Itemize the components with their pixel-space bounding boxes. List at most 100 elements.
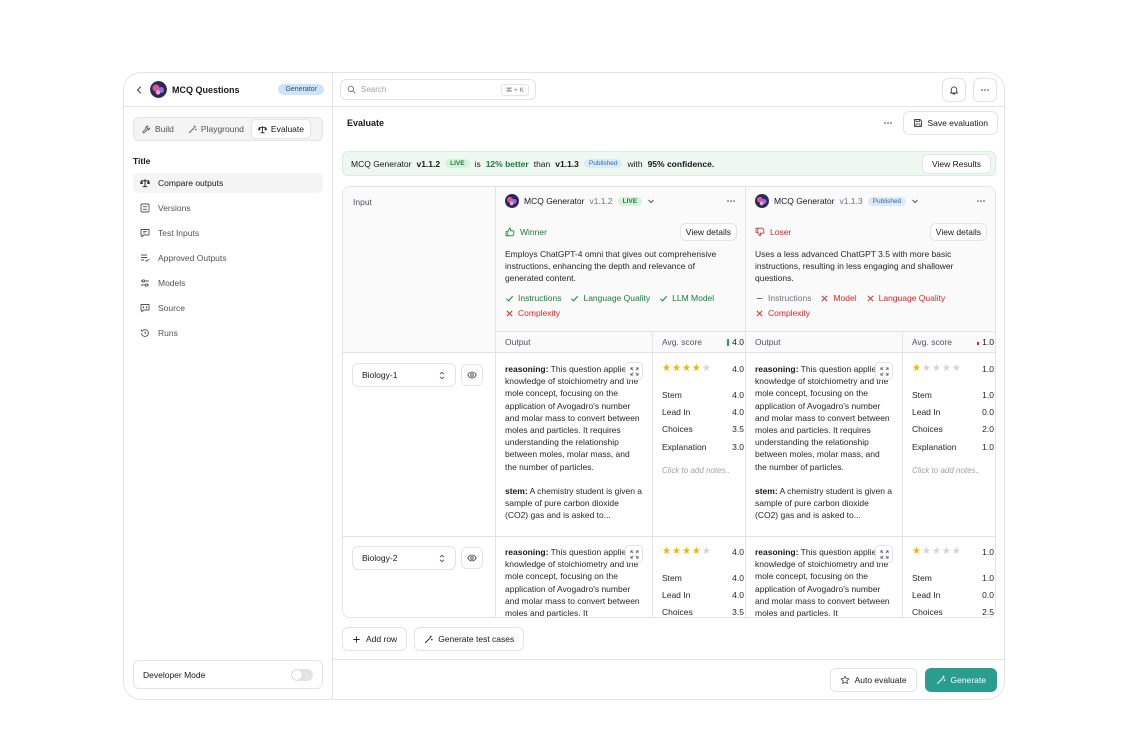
view-results-button[interactable]: View Results	[922, 153, 991, 174]
star-icon[interactable]: ★	[932, 547, 941, 557]
chevron-down-icon	[648, 199, 654, 204]
view-details-button[interactable]: View details	[679, 223, 737, 241]
star-icon[interactable]: ★	[942, 547, 951, 557]
star-icon[interactable]: ★	[932, 364, 941, 374]
test-input-select[interactable]: Biology-1	[352, 363, 456, 387]
metric-value: 2.0	[982, 424, 994, 435]
star-icon[interactable]: ★	[662, 364, 671, 374]
star-icon[interactable]: ★	[702, 364, 711, 374]
tab-build[interactable]: Build	[136, 120, 180, 138]
star-icon[interactable]: ★	[672, 364, 681, 374]
add-row-button[interactable]: Add row	[342, 627, 408, 651]
notifications-button[interactable]	[942, 77, 966, 102]
view-results-label: View Results	[932, 158, 981, 169]
star-icon[interactable]: ★	[952, 547, 961, 557]
notes-input[interactable]: Click to add notes..	[912, 466, 994, 475]
auto-evaluate-button[interactable]: Auto evaluate	[829, 667, 917, 692]
eye-icon	[467, 371, 477, 379]
expand-output-button[interactable]	[625, 545, 643, 563]
star-icon[interactable]: ★	[682, 547, 691, 557]
thumbs-down-icon	[755, 227, 765, 237]
star-rating[interactable]: ★ ★ ★ ★ ★	[662, 364, 711, 374]
rating-row: ★ ★ ★ ★ ★ 4.0	[662, 546, 744, 558]
search-input[interactable]: Search ⌘ + K	[340, 79, 536, 100]
star-icon[interactable]: ★	[702, 547, 711, 557]
page-title: Evaluate	[347, 118, 385, 128]
output-text: reasoning: This question applies knowled…	[755, 363, 893, 525]
model-name: MCQ Generator	[524, 196, 585, 206]
input-column-header: Input	[353, 197, 372, 207]
more-horizontal-icon	[981, 88, 989, 91]
more-horizontal-icon[interactable]	[975, 197, 987, 205]
sidebar-item-label: Runs	[158, 328, 178, 338]
tab-playground[interactable]: Playground	[182, 120, 250, 138]
star-icon[interactable]: ★	[672, 547, 681, 557]
sidebar: MCQ Questions Generator Build Playground…	[124, 73, 333, 699]
sidebar-item-source[interactable]: Source	[133, 298, 323, 318]
star-icon[interactable]: ★	[692, 364, 701, 374]
result-label: Winner	[520, 227, 547, 237]
expand-output-button[interactable]	[875, 362, 893, 380]
tab-evaluate[interactable]: Evaluate	[251, 120, 311, 138]
expand-icon	[630, 367, 638, 375]
overall-score: 1.0	[982, 364, 994, 374]
view-details-label: View details	[685, 227, 731, 237]
sidebar-item-models[interactable]: Models	[133, 273, 323, 293]
more-horizontal-icon[interactable]	[881, 118, 895, 128]
criteria-label: Complexity	[518, 308, 561, 318]
metric-name: Choices	[662, 607, 693, 618]
back-chevron-icon[interactable]	[132, 83, 146, 97]
criteria-tag: Language Quality	[570, 293, 650, 303]
metric-name: Lead In	[912, 590, 941, 601]
mode-tabs: Build Playground Evaluate	[133, 117, 323, 141]
sidebar-item-compare-outputs[interactable]: Compare outputs	[133, 173, 323, 193]
x-icon	[821, 294, 829, 302]
status-badge: Published	[867, 196, 907, 206]
generate-test-cases-button[interactable]: Generate test cases	[414, 627, 525, 651]
sidebar-item-test-inputs[interactable]: Test Inputs	[133, 223, 323, 243]
output-column-header: Output	[755, 337, 781, 347]
minus-icon	[756, 297, 763, 299]
star-icon[interactable]: ★	[922, 547, 931, 557]
save-evaluation-button[interactable]: Save evaluation	[902, 111, 998, 135]
star-icon[interactable]: ★	[952, 364, 961, 374]
check-icon	[506, 295, 514, 301]
sidebar-item-approved-outputs[interactable]: Approved Outputs	[133, 248, 323, 268]
more-horizontal-icon[interactable]	[725, 197, 737, 205]
notes-input[interactable]: Click to add notes..	[662, 466, 744, 475]
avg-score-header: Avg. score 4.0	[662, 337, 744, 347]
overall-score: 1.0	[982, 547, 994, 557]
sidebar-item-runs[interactable]: Runs	[133, 323, 323, 343]
wand-icon	[425, 635, 433, 643]
model-selector-b[interactable]: MCQ Generator v1.1.3 Published	[755, 193, 987, 209]
sidebar-item-versions[interactable]: Versions	[133, 198, 323, 218]
expand-output-button[interactable]	[875, 545, 893, 563]
metric-row: Choices 2.0	[912, 424, 994, 436]
more-options-button[interactable]	[973, 77, 997, 102]
star-icon[interactable]: ★	[912, 547, 921, 557]
star-icon[interactable]: ★	[662, 547, 671, 557]
star-icon[interactable]: ★	[942, 364, 951, 374]
generate-button[interactable]: Generate	[924, 667, 997, 692]
star-rating[interactable]: ★ ★ ★ ★ ★	[912, 364, 961, 374]
model-selector-a[interactable]: MCQ Generator v1.1.2 LIVE	[505, 193, 737, 209]
star-icon[interactable]: ★	[692, 547, 701, 557]
star-icon[interactable]: ★	[682, 364, 691, 374]
star-icon[interactable]: ★	[922, 364, 931, 374]
metric-name: Explanation	[662, 441, 707, 452]
star-rating[interactable]: ★ ★ ★ ★ ★	[662, 547, 711, 557]
chevron-down-icon	[912, 199, 919, 204]
reasoning-text: This question applies knowledge of stoic…	[505, 364, 640, 472]
metric-name: Choices	[912, 607, 943, 618]
view-details-button[interactable]: View details	[929, 223, 987, 241]
developer-mode-toggle[interactable]	[291, 668, 313, 681]
search-icon	[347, 85, 356, 94]
expand-output-button[interactable]	[625, 362, 643, 380]
test-input-select[interactable]: Biology-2	[352, 546, 456, 570]
star-icon[interactable]: ★	[912, 364, 921, 374]
star-rating[interactable]: ★ ★ ★ ★ ★	[912, 547, 961, 557]
metric-row: Choices 3.5	[662, 424, 744, 436]
preview-input-button[interactable]	[461, 364, 483, 386]
search-placeholder: Search	[361, 85, 387, 94]
preview-input-button[interactable]	[461, 547, 483, 569]
